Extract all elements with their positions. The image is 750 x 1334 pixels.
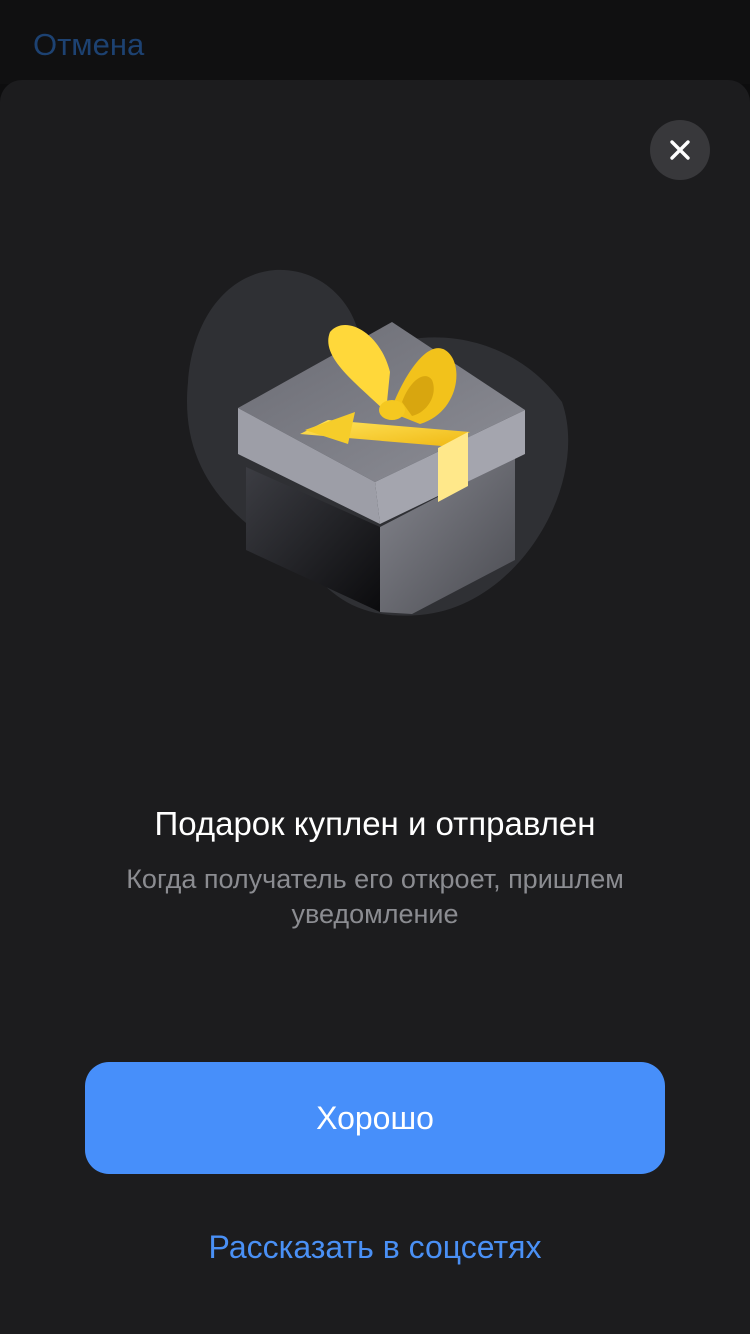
gift-box-illustration	[186, 269, 569, 616]
top-bar: Отмена	[0, 0, 750, 84]
dialog-subtitle: Когда получатель его откроет, пришлем ув…	[126, 864, 624, 929]
ok-button[interactable]: Хорошо	[85, 1062, 665, 1174]
share-social-link[interactable]: Рассказать в соцсетях	[0, 1226, 750, 1268]
close-button[interactable]	[650, 120, 710, 180]
cancel-link[interactable]: Отмена	[33, 25, 144, 65]
close-icon	[670, 140, 690, 160]
dialog-title: Подарок куплен и отправлен	[154, 805, 596, 842]
ribbon-knot	[379, 400, 405, 420]
